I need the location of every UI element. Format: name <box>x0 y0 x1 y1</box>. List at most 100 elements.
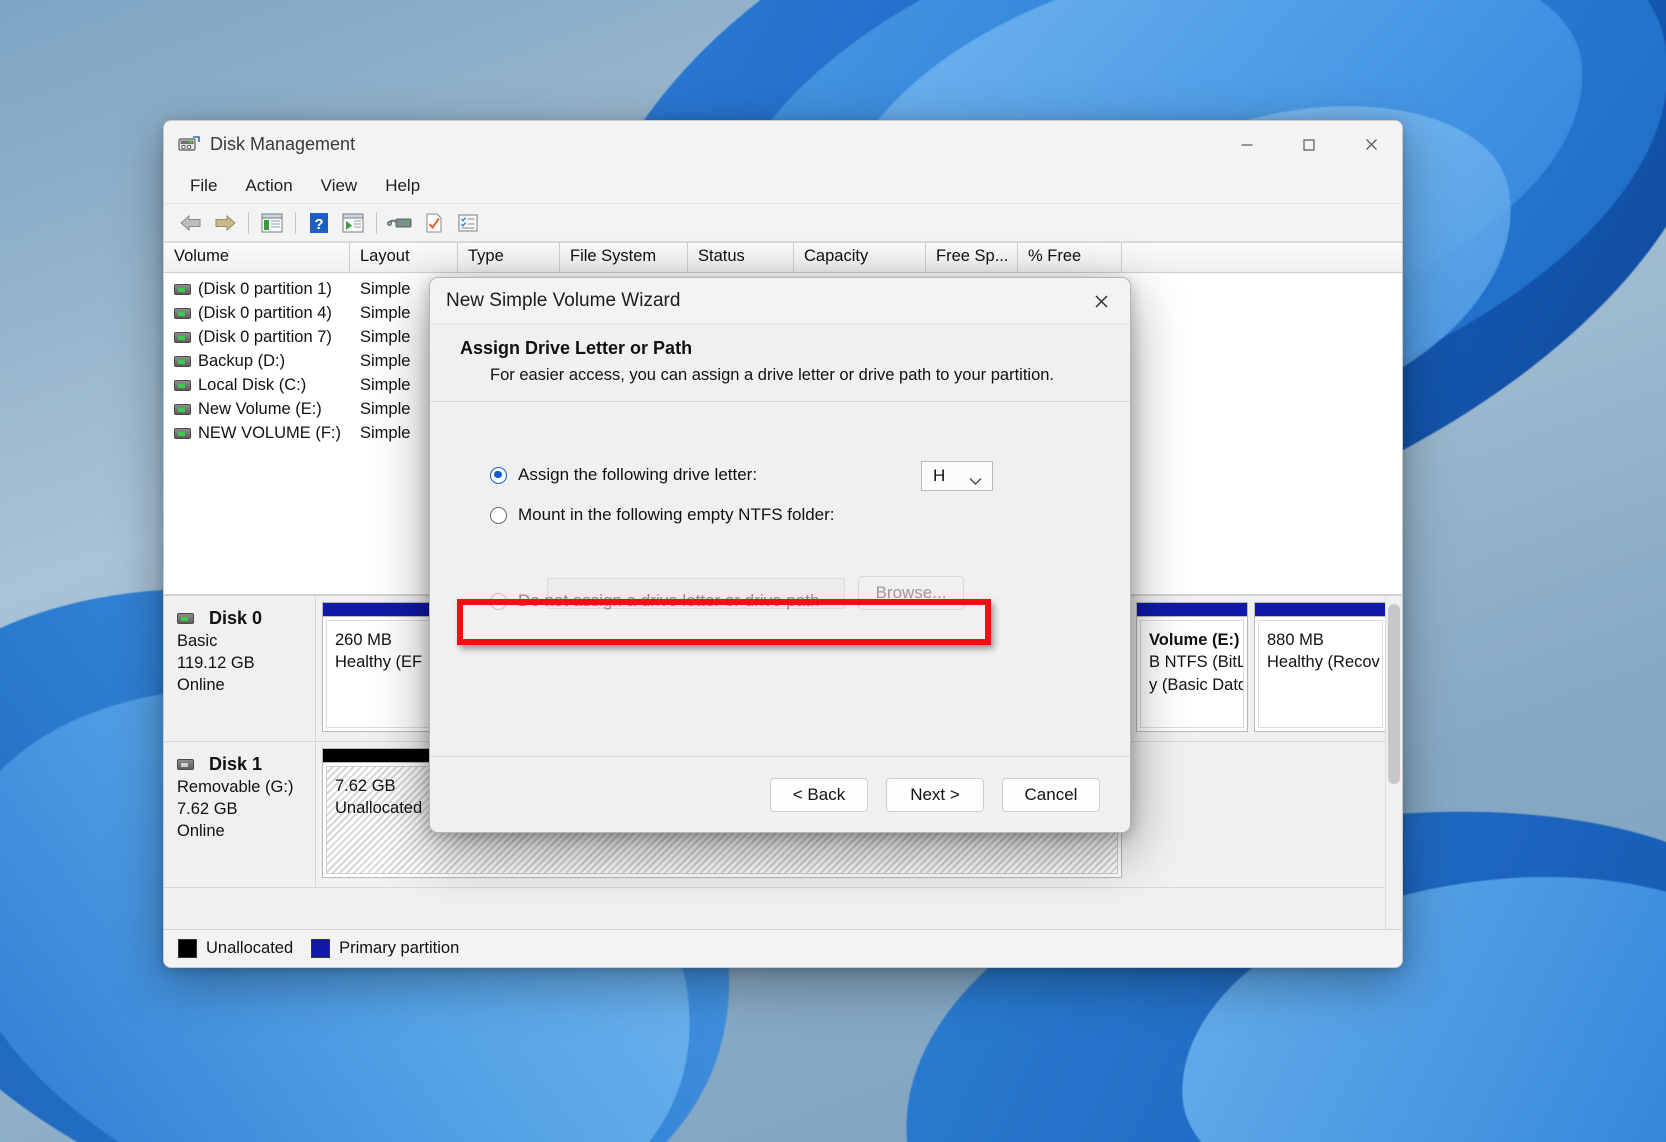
menu-view[interactable]: View <box>309 173 370 199</box>
cancel-button[interactable]: Cancel <box>1002 777 1100 812</box>
window-title: Disk Management <box>210 134 356 154</box>
partition-size: 260 MB <box>335 631 392 649</box>
partition-efi[interactable]: 260 MB Healthy (EF <box>322 602 434 732</box>
partition-label: Volume (E:) B NTFS (BitL y (Basic Datɑ <box>1140 620 1244 728</box>
disk-meta-type: Removable (G:) <box>177 778 294 796</box>
wizard-subheading: For easier access, you can assign a driv… <box>490 366 1055 384</box>
partition-color-bar <box>1255 603 1386 617</box>
radio-mount-ntfs-folder[interactable] <box>490 506 507 524</box>
partition-new-volume-e[interactable]: Volume (E:) B NTFS (BitL y (Basic Datɑ <box>1136 602 1248 732</box>
cell-volume: (Disk 0 partition 1) <box>198 279 332 298</box>
wizard-header: Assign Drive Letter or Path For easier a… <box>430 324 1130 402</box>
option-mount-ntfs-folder[interactable]: Mount in the following empty NTFS folder… <box>430 498 1130 532</box>
volume-list-header: Volume Layout Type File System Status Ca… <box>164 243 1402 273</box>
wizard-heading: Assign Drive Letter or Path <box>460 338 693 358</box>
partition-status: Healthy (Recov <box>1267 653 1380 672</box>
partition-color-bar <box>323 603 433 617</box>
menu-action[interactable]: Action <box>233 173 304 199</box>
partition-status: y (Basic Datɑ <box>1149 675 1244 694</box>
disk-name: Disk 1 <box>209 754 263 774</box>
properties-icon[interactable] <box>417 208 451 238</box>
option-assign-drive-letter[interactable]: Assign the following drive letter: H <box>430 458 1130 492</box>
drive-icon <box>174 355 191 367</box>
back-button[interactable]: < Back <box>770 777 868 812</box>
partition-label: 880 MB Healthy (Recov <box>1258 620 1383 728</box>
column-header-file-system[interactable]: File System <box>560 243 688 272</box>
radio-assign-drive-letter[interactable] <box>490 466 507 484</box>
drive-icon <box>177 613 194 624</box>
help-icon[interactable]: ? <box>302 208 336 238</box>
option-do-not-assign[interactable]: Do not assign a drive letter or drive pa… <box>430 584 1130 618</box>
column-header-volume[interactable]: Volume <box>164 243 350 272</box>
disk-management-icon <box>178 134 200 156</box>
option-label-do-not-assign: Do not assign a drive letter or drive pa… <box>518 591 820 610</box>
disk-title-1: Disk 1 <box>177 754 315 775</box>
drive-icon <box>174 427 191 439</box>
cell-volume: NEW VOLUME (F:) <box>198 423 341 442</box>
disk-meta-size: 119.12 GB <box>177 654 255 672</box>
partition-label: 260 MB Healthy (EF <box>326 620 430 728</box>
wizard-close-button[interactable] <box>1072 278 1130 324</box>
drive-icon <box>174 307 191 319</box>
drive-letter-dropdown[interactable]: H <box>921 461 993 491</box>
option-label-assign-drive-letter: Assign the following drive letter: <box>518 465 758 484</box>
menu-help[interactable]: Help <box>373 173 432 199</box>
cell-volume: (Disk 0 partition 7) <box>198 327 332 346</box>
legend-label-primary: Primary partition <box>339 939 460 957</box>
next-button[interactable]: Next > <box>886 777 984 812</box>
window-controls <box>1216 121 1402 168</box>
toolbar-separator <box>295 211 296 234</box>
wizard-footer: < Back Next > Cancel <box>430 756 1130 832</box>
cell-volume: Local Disk (C:) <box>198 375 307 394</box>
show-hide-action-pane-icon[interactable] <box>336 208 370 238</box>
svg-text:?: ? <box>314 216 323 233</box>
all-tasks-icon[interactable] <box>451 208 485 238</box>
cell-volume: New Volume (E:) <box>198 399 322 418</box>
disk-meta-size: 7.62 GB <box>177 800 238 818</box>
scrollbar-thumb[interactable] <box>1388 604 1400 784</box>
column-header-percent-free[interactable]: % Free <box>1018 243 1122 272</box>
partition-legend: Unallocated Primary partition <box>164 929 1402 967</box>
drive-icon <box>174 331 191 343</box>
column-header-capacity[interactable]: Capacity <box>794 243 926 272</box>
legend-item-primary-partition: Primary partition <box>311 939 459 958</box>
partition-recovery[interactable]: 880 MB Healthy (Recov <box>1254 602 1387 732</box>
wizard-body: Assign the following drive letter: H Mou… <box>430 402 1130 756</box>
toolbar-separator <box>248 211 249 234</box>
forward-arrow-icon[interactable] <box>208 208 242 238</box>
new-simple-volume-wizard-dialog: New Simple Volume Wizard Assign Drive Le… <box>429 277 1131 833</box>
rescan-disks-icon[interactable] <box>383 208 417 238</box>
drive-icon <box>177 759 194 770</box>
disk-name: Disk 0 <box>209 608 263 628</box>
back-arrow-icon[interactable] <box>174 208 208 238</box>
close-button[interactable] <box>1340 121 1402 168</box>
column-header-filler <box>1122 243 1402 272</box>
column-header-layout[interactable]: Layout <box>350 243 458 272</box>
vertical-scrollbar[interactable] <box>1385 596 1402 929</box>
cell-volume: (Disk 0 partition 4) <box>198 303 332 322</box>
drive-icon <box>174 403 191 415</box>
disk-info-0[interactable]: Disk 0 Basic 119.12 GB Online <box>164 596 316 741</box>
disk-title-0: Disk 0 <box>177 608 315 629</box>
partition-color-bar <box>1137 603 1247 617</box>
radio-do-not-assign[interactable] <box>490 592 507 610</box>
cell-volume: Backup (D:) <box>198 351 286 370</box>
toolbar: ? <box>164 204 1402 242</box>
legend-swatch-unallocated <box>178 939 197 958</box>
menu-file[interactable]: File <box>178 173 229 199</box>
disk-info-1[interactable]: Disk 1 Removable (G:) 7.62 GB Online <box>164 742 316 887</box>
toolbar-separator <box>376 211 377 234</box>
column-header-status[interactable]: Status <box>688 243 794 272</box>
wizard-titlebar: New Simple Volume Wizard <box>430 278 1130 324</box>
drive-icon <box>174 283 191 295</box>
legend-swatch-primary <box>311 939 331 958</box>
minimize-button[interactable] <box>1216 121 1278 168</box>
legend-item-unallocated: Unallocated <box>178 939 293 958</box>
column-header-type[interactable]: Type <box>458 243 560 272</box>
maximize-button[interactable] <box>1278 121 1340 168</box>
column-header-free-space[interactable]: Free Sp... <box>926 243 1018 272</box>
show-hide-console-tree-icon[interactable] <box>255 208 289 238</box>
partition-status: Healthy (EF <box>335 653 423 672</box>
option-label-mount-ntfs-folder: Mount in the following empty NTFS folder… <box>518 505 835 524</box>
drive-letter-value: H <box>933 466 946 485</box>
